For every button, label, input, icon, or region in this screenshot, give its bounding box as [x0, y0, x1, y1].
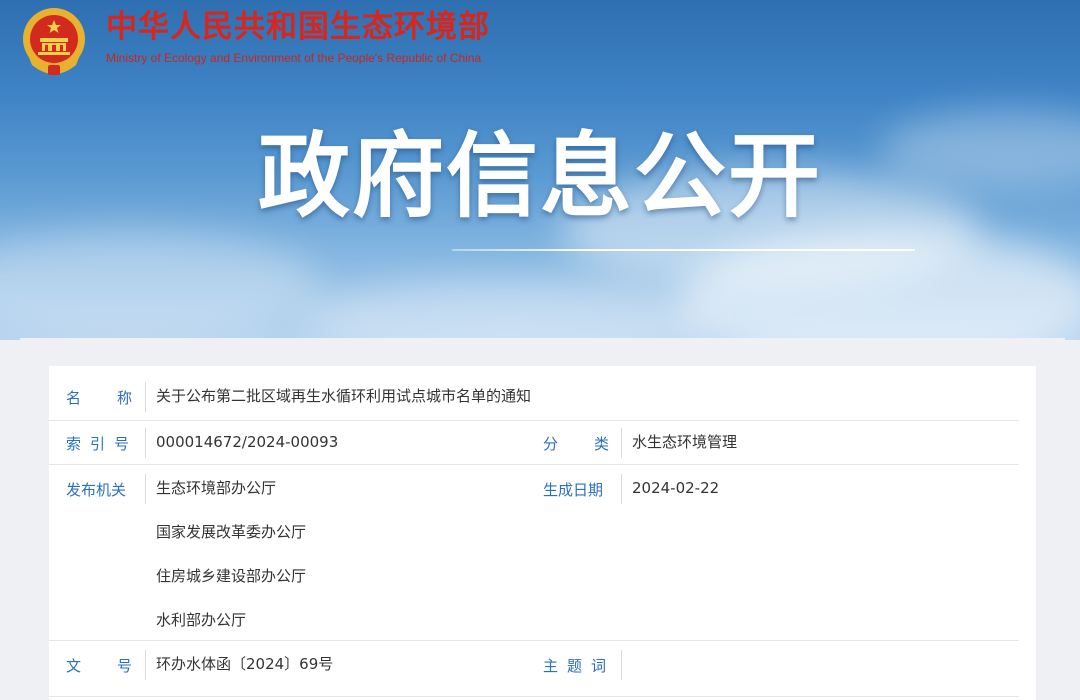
doc-number-label: 文号 [66, 657, 169, 675]
info-row-issuer: 发布机关 生态环境部办公厅 国家发展改革委办公厅 住房城乡建设部办公厅 水利部办… [49, 464, 1019, 641]
category-value: 水生态环境管理 [632, 433, 738, 451]
cloud-decoration [880, 110, 1080, 190]
divider [145, 428, 146, 458]
divider [621, 474, 622, 504]
banner-underline [452, 249, 915, 251]
document-title: 关于公布第二批区域再生水循环利用试点城市名单的通知 [156, 387, 532, 405]
ministry-name-en[interactable]: Ministry of Ecology and Environment of t… [106, 51, 481, 65]
issuer-item: 国家发展改革委办公厅 [156, 523, 307, 541]
banner-title: 政府信息公开 [258, 123, 823, 230]
date-value: 2024-02-22 [632, 479, 720, 497]
document-info-card: 名称 关于公布第二批区域再生水循环利用试点城市名单的通知 索引号 0000146… [49, 366, 1036, 700]
index-number: 000014672/2024-00093 [156, 433, 339, 451]
divider [145, 474, 146, 504]
national-emblem-icon[interactable] [20, 5, 88, 79]
cloud-decoration [300, 280, 720, 340]
issuer-list: 生态环境部办公厅 国家发展改革委办公厅 住房城乡建设部办公厅 水利部办公厅 [156, 478, 516, 638]
keywords-label: 主题词 [543, 657, 616, 675]
divider [145, 650, 146, 680]
issuer-item: 水利部办公厅 [156, 611, 247, 629]
info-row-index: 索引号 000014672/2024-00093 分类 水生态环境管理 [49, 420, 1019, 465]
ministry-name-cn[interactable]: 中华人民共和国生态环境部 [106, 8, 490, 46]
info-row-doc-number: 文号 环办水体函〔2024〕69号 主题词 [49, 640, 1019, 697]
divider [621, 650, 622, 680]
info-row-name: 名称 关于公布第二批区域再生水循环利用试点城市名单的通知 [49, 366, 1019, 421]
divider [145, 382, 146, 412]
content-area: 名称 关于公布第二批区域再生水循环利用试点城市名单的通知 索引号 0000146… [20, 338, 1065, 700]
divider [621, 428, 622, 458]
doc-number-value: 环办水体函〔2024〕69号 [156, 655, 334, 673]
issuer-item: 住房城乡建设部办公厅 [156, 567, 307, 585]
issuer-label: 发布机关 [66, 481, 127, 499]
name-label: 名称 [66, 389, 169, 407]
date-label: 生成日期 [543, 481, 604, 499]
cloud-decoration [0, 230, 320, 340]
category-label: 分类 [543, 435, 646, 453]
issuer-item: 生态环境部办公厅 [156, 479, 277, 497]
header-banner: 中华人民共和国生态环境部 Ministry of Ecology and Env… [0, 0, 1080, 340]
index-label: 索引号 [66, 435, 139, 453]
